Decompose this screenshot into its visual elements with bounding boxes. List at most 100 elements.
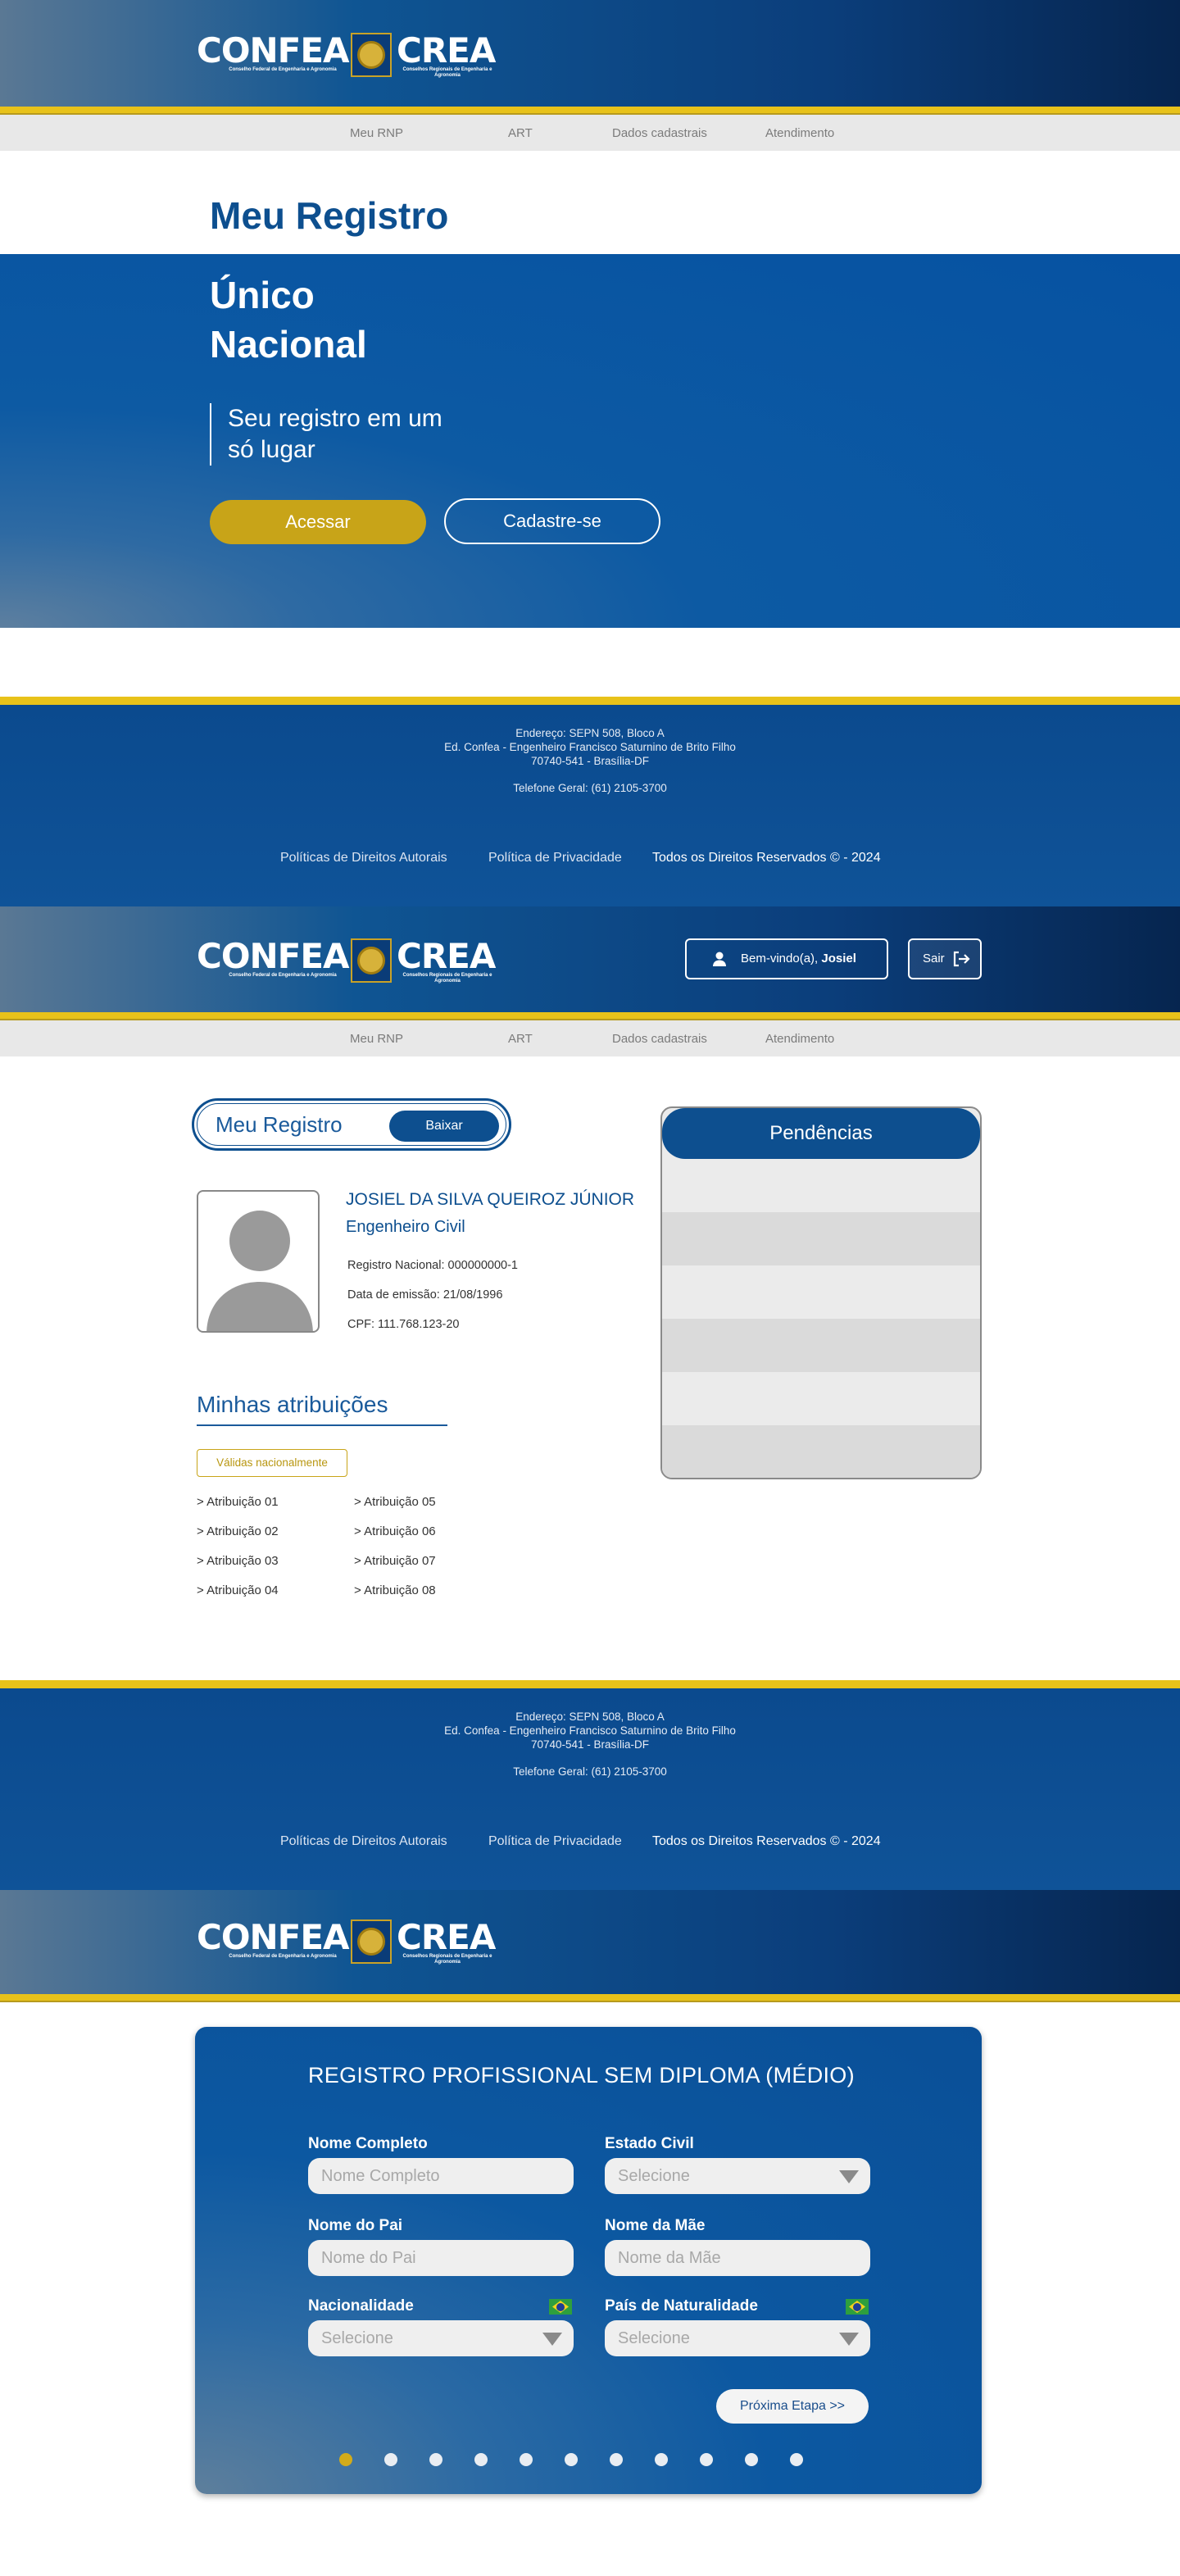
logo-confea-word: CONFEA — [197, 30, 350, 70]
copyright-policy-link[interactable]: Políticas de Direitos Autorais — [280, 1834, 447, 1849]
signup-button[interactable]: Cadastre-se — [444, 498, 660, 544]
step-dot[interactable] — [610, 2453, 623, 2466]
attribution-item[interactable]: > Atribuição 02 — [197, 1524, 279, 1538]
footer-phone: Telefone Geral: (61) 2105-3700 — [513, 782, 667, 794]
step-dot[interactable] — [384, 2453, 397, 2466]
mother-name-label: Nome da Mãe — [605, 2217, 706, 2234]
hero-heading: Único Nacional — [210, 270, 367, 369]
footer-address: Endereço: SEPN 508, Bloco A Ed. Confea -… — [0, 1710, 1180, 1779]
logo-crea-word: CREA — [397, 30, 496, 70]
user-icon — [713, 952, 726, 966]
nav-item-atendimento[interactable]: Atendimento — [765, 126, 834, 140]
full-name-placeholder: Nome Completo — [321, 2167, 440, 2185]
confea-crea-logo[interactable]: CONFEA Conselho Federal de Engenharia e … — [197, 936, 500, 984]
gold-divider — [0, 1012, 1180, 1020]
slogan-line1: Seu registro em um — [228, 405, 442, 432]
logo-crea-subtitle: Conselhos Regionais de Engenharia e Agro… — [402, 67, 492, 78]
nationality-value: Selecione — [321, 2329, 393, 2347]
gold-divider — [0, 107, 1180, 115]
footer-address: Endereço: SEPN 508, Bloco A Ed. Confea -… — [0, 726, 1180, 795]
step-dot[interactable] — [339, 2453, 352, 2466]
dropdown-arrow-icon — [542, 2333, 562, 2346]
logout-icon — [953, 951, 970, 967]
download-button[interactable]: Baixar — [389, 1111, 499, 1142]
logout-button[interactable]: Sair — [908, 938, 982, 979]
pendencias-panel: Pendências — [660, 1106, 982, 1479]
logo-crea-word: CREA — [397, 1917, 496, 1957]
site-header — [0, 1890, 1180, 1997]
pendencias-row[interactable] — [662, 1159, 980, 1212]
nav-item-dados-cadastrais[interactable]: Dados cadastrais — [612, 126, 707, 140]
nav-item-dados-cadastrais[interactable]: Dados cadastrais — [612, 1032, 707, 1046]
birth-country-select[interactable]: Selecione — [605, 2320, 870, 2356]
confea-crea-logo[interactable]: CONFEA Conselho Federal de Engenharia e … — [197, 30, 500, 79]
site-footer: Endereço: SEPN 508, Bloco A Ed. Confea -… — [0, 697, 1180, 906]
father-name-label: Nome do Pai — [308, 2217, 403, 2234]
registration-number: Registro Nacional: 000000000-1 — [347, 1259, 518, 1272]
logo-crea-word: CREA — [397, 936, 496, 976]
step-dot[interactable] — [520, 2453, 533, 2466]
attribution-item[interactable]: > Atribuição 01 — [197, 1495, 279, 1509]
address-line1: Endereço: SEPN 508, Bloco A — [515, 1711, 665, 1723]
nav-item-art[interactable]: ART — [508, 126, 533, 140]
pendencias-row[interactable] — [662, 1265, 980, 1319]
site-header — [0, 0, 1180, 107]
crea-emblem-icon — [351, 938, 392, 983]
dropdown-arrow-icon — [839, 2170, 859, 2183]
civil-status-select[interactable]: Selecione — [605, 2158, 870, 2194]
privacy-policy-link[interactable]: Política de Privacidade — [488, 851, 622, 865]
father-name-input[interactable]: Nome do Pai — [308, 2240, 574, 2276]
attribution-item[interactable]: > Atribuição 04 — [197, 1583, 279, 1597]
brazil-flag-icon — [549, 2299, 572, 2315]
nav-item-meu-rnp[interactable]: Meu RNP — [350, 126, 403, 140]
page-title: Meu Registro — [210, 194, 449, 237]
step-dot[interactable] — [745, 2453, 758, 2466]
access-button[interactable]: Acessar — [210, 500, 426, 544]
registry-card-title: Meu Registro — [216, 1112, 343, 1137]
step-dot[interactable] — [474, 2453, 488, 2466]
full-name-input[interactable]: Nome Completo — [308, 2158, 574, 2194]
next-step-button[interactable]: Próxima Etapa >> — [716, 2389, 869, 2424]
pendencias-row[interactable] — [662, 1319, 980, 1372]
step-dot[interactable] — [700, 2453, 713, 2466]
step-dot[interactable] — [790, 2453, 803, 2466]
birth-country-label: País de Naturalidade — [605, 2297, 758, 2315]
attribution-item[interactable]: > Atribuição 05 — [354, 1495, 436, 1509]
welcome-prefix: Bem-vindo(a), — [741, 952, 819, 965]
logo-crea-subtitle: Conselhos Regionais de Engenharia e Agro… — [402, 1954, 492, 1965]
birth-country-value: Selecione — [618, 2329, 690, 2347]
civil-status-label: Estado Civil — [605, 2135, 694, 2152]
confea-crea-logo[interactable]: CONFEA Conselho Federal de Engenharia e … — [197, 1917, 500, 1965]
welcome-user-button[interactable]: Bem-vindo(a), Josiel — [685, 938, 888, 979]
attribution-item[interactable]: > Atribuição 03 — [197, 1554, 279, 1568]
attributions-underline — [197, 1424, 447, 1426]
privacy-policy-link[interactable]: Política de Privacidade — [488, 1834, 622, 1849]
father-name-placeholder: Nome do Pai — [321, 2249, 416, 2267]
form-title: REGISTRO PROFISSIONAL SEM DIPLOMA (MÉDIO… — [308, 2063, 855, 2088]
logo-confea-subtitle: Conselho Federal de Engenharia e Agronom… — [229, 67, 337, 72]
attribution-item[interactable]: > Atribuição 07 — [354, 1554, 436, 1568]
registration-form-card: REGISTRO PROFISSIONAL SEM DIPLOMA (MÉDIO… — [195, 2027, 982, 2494]
attribution-item[interactable]: > Atribuição 06 — [354, 1524, 436, 1538]
logo-crea-subtitle: Conselhos Regionais de Engenharia e Agro… — [402, 973, 492, 984]
nav-item-art[interactable]: ART — [508, 1032, 533, 1046]
pendencias-row[interactable] — [662, 1212, 980, 1265]
logo-confea-word: CONFEA — [197, 1917, 350, 1957]
nav-item-atendimento[interactable]: Atendimento — [765, 1032, 834, 1046]
address-line2: Ed. Confea - Engenheiro Francisco Saturn… — [444, 741, 736, 753]
full-name-label: Nome Completo — [308, 2135, 428, 2152]
copyright-policy-link[interactable]: Políticas de Direitos Autorais — [280, 851, 447, 865]
nav-item-meu-rnp[interactable]: Meu RNP — [350, 1032, 403, 1046]
hero-slogan: Seu registro em um só lugar — [210, 403, 442, 466]
mother-name-input[interactable]: Nome da Mãe — [605, 2240, 870, 2276]
avatar — [197, 1190, 320, 1333]
step-dot[interactable] — [565, 2453, 578, 2466]
pendencias-row[interactable] — [662, 1372, 980, 1425]
logo-confea-subtitle: Conselho Federal de Engenharia e Agronom… — [229, 1954, 337, 1959]
step-dot[interactable] — [655, 2453, 668, 2466]
pendencias-row[interactable] — [662, 1425, 980, 1478]
civil-status-value: Selecione — [618, 2167, 690, 2185]
nationality-select[interactable]: Selecione — [308, 2320, 574, 2356]
step-dot[interactable] — [429, 2453, 442, 2466]
attribution-item[interactable]: > Atribuição 08 — [354, 1583, 436, 1597]
